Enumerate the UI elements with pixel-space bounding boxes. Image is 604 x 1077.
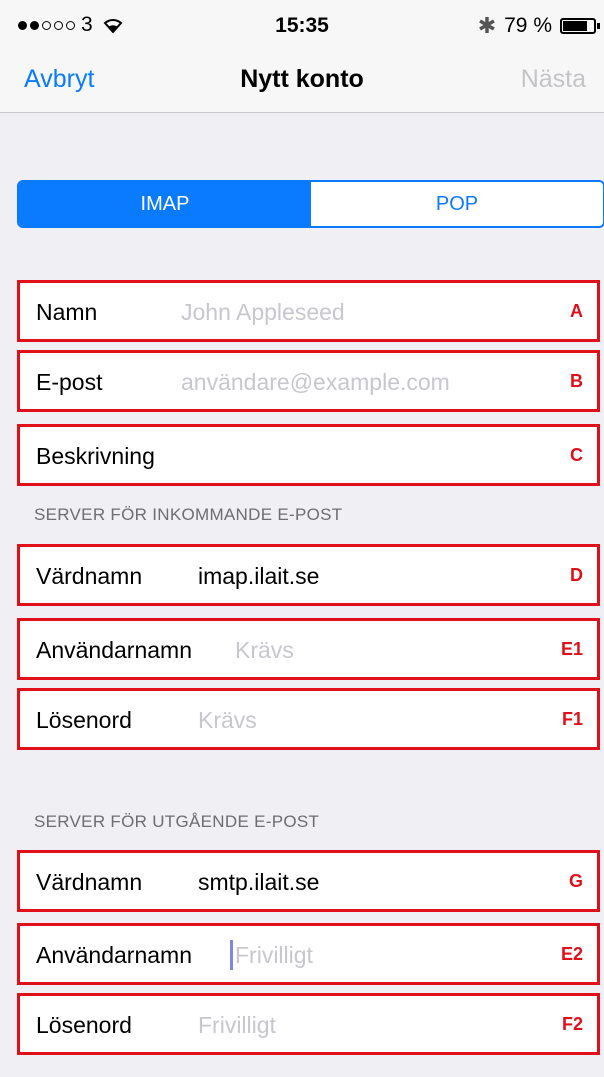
next-button[interactable]: Nästa [521,65,586,94]
incoming-password-label: Lösenord [36,707,132,733]
name-input[interactable]: John Appleseed [181,299,345,326]
battery-fill [563,21,588,31]
battery-percent: 79 % [504,14,552,37]
annotation-marker-a: A [570,301,583,321]
incoming-host-label: Värdnamn [36,563,143,589]
page-title: Nytt konto [240,65,364,93]
outgoing-password-input[interactable]: Frivilligt [198,1012,276,1039]
outgoing-password-label: Lösenord [36,1012,132,1038]
name-field-row[interactable]: Namn John Appleseed A [17,280,600,342]
outgoing-server-header: SERVER FÖR UTGÅENDE E-POST [34,812,320,831]
name-label: Namn [36,299,98,325]
description-label: Beskrivning [36,443,155,469]
navigation-bar: Avbryt Nytt konto Nästa [0,50,604,113]
outgoing-username-row[interactable]: Användarnamn Frivilligt E2 [17,923,600,985]
battery-group: ✱ 79 % [477,13,600,39]
incoming-username-row[interactable]: Användarnamn Krävs E1 [17,618,600,680]
incoming-username-label: Användarnamn [36,637,192,663]
incoming-host-row[interactable]: Värdnamn imap.ilait.se D [17,544,600,606]
incoming-host-input[interactable]: imap.ilait.se [198,563,319,590]
segment-imap[interactable]: IMAP [19,182,311,226]
annotation-marker-f1: F1 [561,709,583,729]
bluetooth-icon: ✱ [477,13,497,38]
email-label: E-post [36,369,103,395]
outgoing-username-input[interactable]: Frivilligt [235,942,313,969]
annotation-marker-d: D [570,565,583,585]
annotation-marker-g: G [568,871,583,891]
email-field-row[interactable]: E-post användare@example.com B [17,350,600,412]
annotation-marker-c: C [570,445,583,465]
battery-icon [560,18,600,34]
incoming-username-input[interactable]: Krävs [235,637,294,664]
outgoing-host-input[interactable]: smtp.ilait.se [198,869,319,896]
incoming-server-header: SERVER FÖR INKOMMANDE E-POST [34,505,343,524]
text-cursor [230,940,233,970]
email-input[interactable]: användare@example.com [181,369,450,396]
incoming-password-input[interactable]: Krävs [198,707,257,734]
annotation-marker-e2: E2 [560,944,583,964]
annotation-marker-b: B [570,371,583,391]
description-field-row[interactable]: Beskrivning C [17,424,600,486]
annotation-marker-f2: F2 [561,1014,583,1034]
segment-pop[interactable]: POP [311,182,603,226]
outgoing-host-label: Värdnamn [36,869,143,895]
outgoing-password-row[interactable]: Lösenord Frivilligt F2 [17,993,600,1055]
incoming-password-row[interactable]: Lösenord Krävs F1 [17,688,600,750]
battery-cap [597,23,600,29]
annotation-marker-e1: E1 [560,639,583,659]
protocol-segmented-control: IMAP POP [17,180,604,228]
status-bar: 3 15:35 ✱ 79 % [0,0,604,50]
outgoing-username-label: Användarnamn [36,942,192,968]
outgoing-host-row[interactable]: Värdnamn smtp.ilait.se G [17,850,600,912]
